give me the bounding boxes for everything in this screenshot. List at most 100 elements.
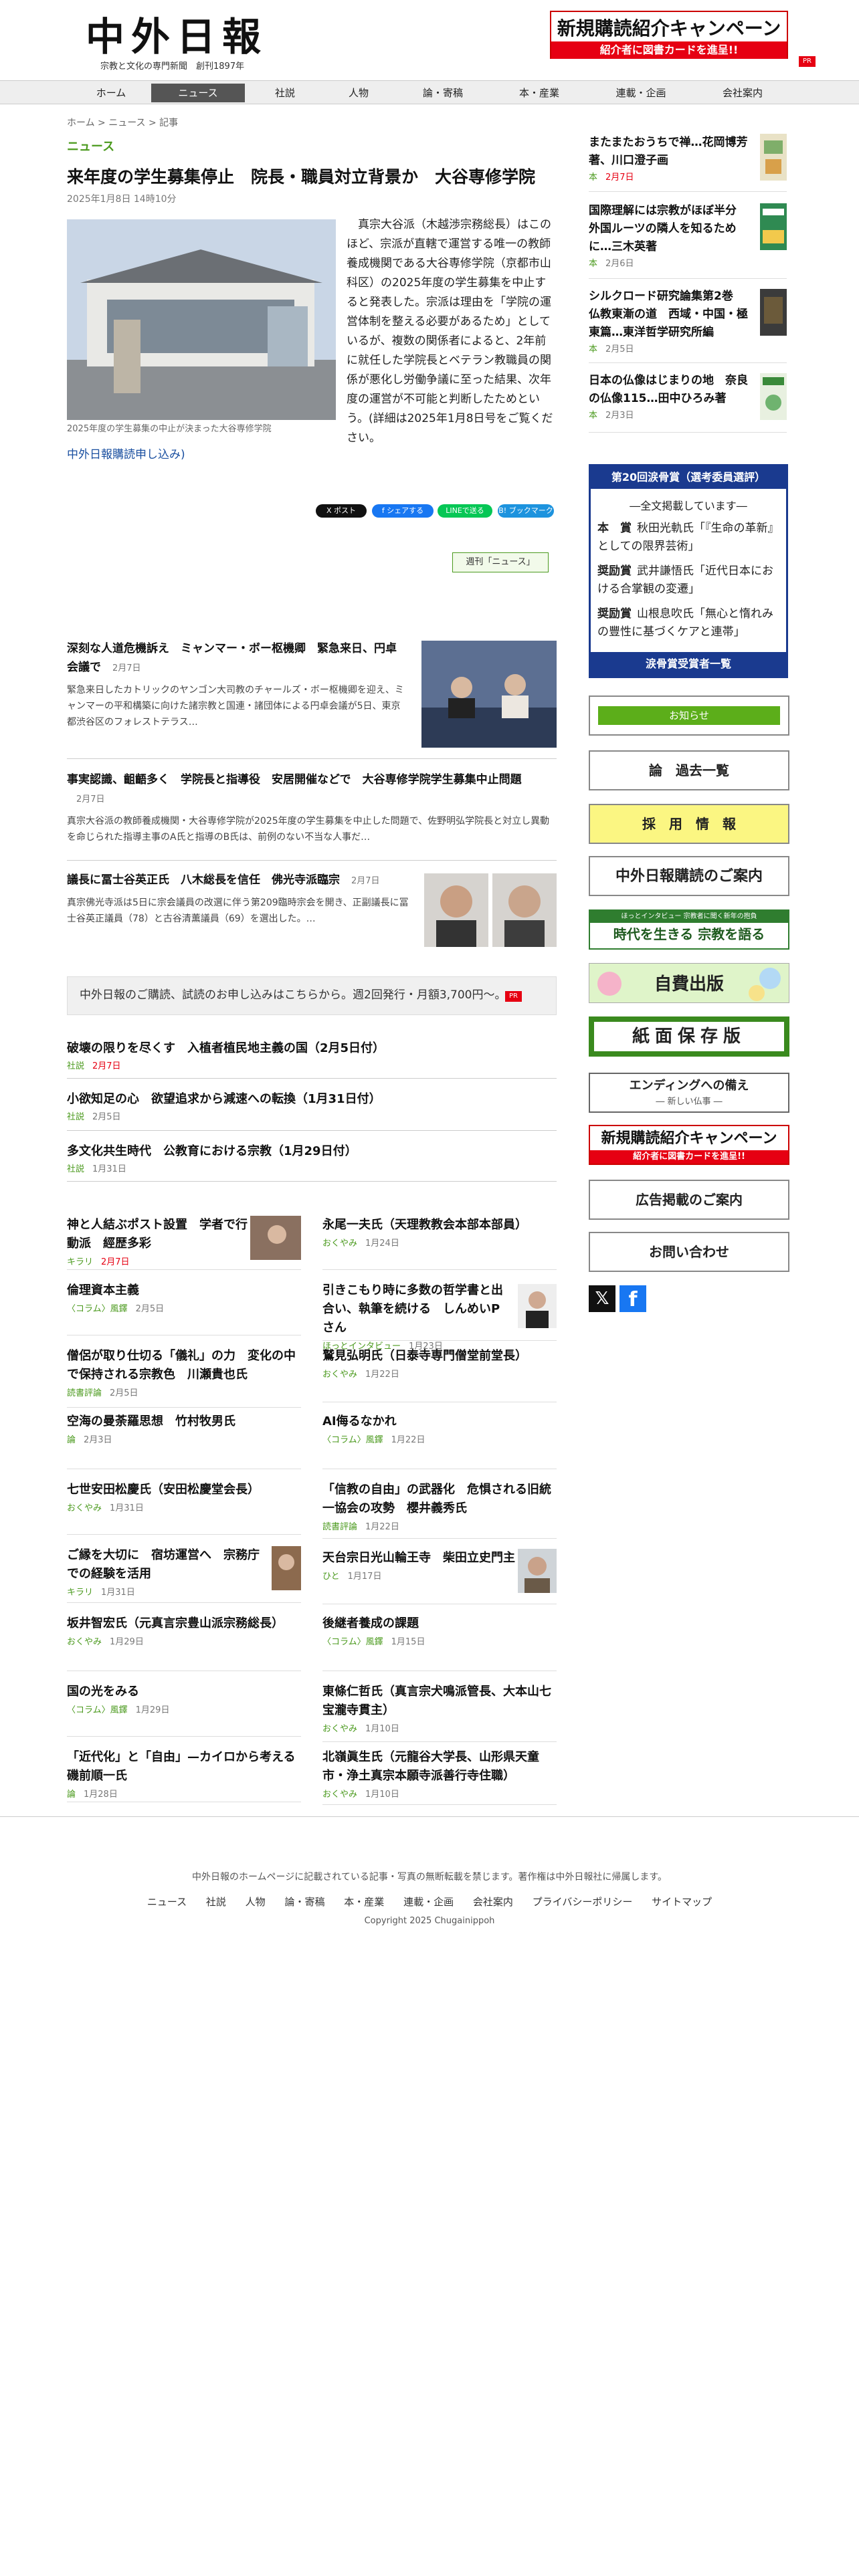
notice-box[interactable]: お知らせ bbox=[589, 695, 789, 736]
archive-banner[interactable]: 紙面保存版 bbox=[589, 1016, 789, 1057]
recruit-button[interactable]: 採 用 情 報 bbox=[589, 804, 789, 844]
divider bbox=[589, 432, 787, 433]
grid-item[interactable]: 引きこもり時に多数の哲学書と出合い、執筆を続ける しんめいPさん ほっとインタビ… bbox=[322, 1281, 510, 1354]
grid-item-title: 「信教の自由」の武器化 危惧される旧統一協会の攻勢 櫻井義秀氏 bbox=[322, 1483, 551, 1515]
contact-button[interactable]: お問い合わせ bbox=[589, 1232, 789, 1272]
campaign-banner[interactable]: 新規購読紹介キャンペーン 紹介者に図書カードを進呈!! bbox=[550, 11, 788, 59]
shukyo-banner-top: ほっとインタビュー 宗教者に聞く新年の抱負 bbox=[590, 911, 788, 923]
grid-item-title: 七世安田松慶氏（安田松慶堂会長） bbox=[67, 1483, 260, 1497]
share-hatena-button[interactable]: B! ブックマーク bbox=[498, 504, 554, 518]
editorial-item[interactable]: 小欲知足の心 欲望追求から減速への転換（1月31日付） 社説 2月5日 bbox=[67, 1090, 557, 1124]
grid-item-date: 1月28日 bbox=[84, 1790, 118, 1800]
footer-link-people[interactable]: 人物 bbox=[246, 1896, 266, 1908]
nav-opinion[interactable]: 論・寄稿 bbox=[396, 84, 490, 102]
grid-item-title: 東條仁哲氏（真言宗犬鳴派管長、大本山七宝瀧寺貫主） bbox=[322, 1685, 551, 1717]
divider bbox=[322, 1741, 557, 1742]
editorial-item[interactable]: 破壊の限りを尽くす 入植者植民地主義の国（2月5日付） 社説 2月7日 bbox=[67, 1039, 557, 1073]
award-rank: 奨励賞 bbox=[597, 607, 632, 621]
nav-news[interactable]: ニュース bbox=[151, 84, 245, 102]
editorial-date: 2月7日 bbox=[92, 1061, 121, 1071]
grid-item-category: 〈コラム〉風鐸 bbox=[322, 1435, 383, 1445]
divider bbox=[67, 758, 557, 759]
nav-home[interactable]: ホーム bbox=[64, 84, 158, 102]
grid-item-category: 〈コラム〉風鐸 bbox=[322, 1637, 383, 1647]
subscribe-bar[interactable]: 中外日報のご購読、試読のお申し込みはこちらから。週2回発行・月額3,700円〜。… bbox=[67, 976, 557, 1015]
editorial-date: 2月5日 bbox=[92, 1112, 121, 1122]
footer-link-company[interactable]: 会社案内 bbox=[473, 1896, 513, 1908]
grid-item[interactable]: 国の光をみる 〈コラム〉風鐸 1月29日 bbox=[67, 1683, 301, 1717]
grid-item[interactable]: 東條仁哲氏（真言宗犬鳴派管長、大本山七宝瀧寺貫主） おくやみ 1月10日 bbox=[322, 1683, 557, 1736]
nav-series[interactable]: 連載・企画 bbox=[594, 84, 688, 102]
book-item[interactable]: シルクロード研究論集第2巻 仏教東漸の道 西域・中国・極東篇…東洋哲学研究所編 … bbox=[589, 288, 787, 356]
campaign-banner-side[interactable]: 新規購読紹介キャンペーン 紹介者に図書カードを進呈!! bbox=[589, 1125, 789, 1165]
nav-people[interactable]: 人物 bbox=[312, 84, 405, 102]
ending-banner[interactable]: エンディングへの備え ― 新しい仏事 ― bbox=[589, 1073, 789, 1113]
past-opinion-button[interactable]: 論 過去一覧 bbox=[589, 750, 789, 790]
person-photo-2 bbox=[492, 873, 557, 947]
article-date: 2025年1月8日 14時10分 bbox=[67, 194, 177, 205]
grid-item[interactable]: 僧侶が取り仕切る「儀礼」の力 変化の中で保持される宗教色 川瀬貴也氏 読書評論 2… bbox=[67, 1347, 301, 1400]
subscribe-guide-button[interactable]: 中外日報購読のご案内 bbox=[589, 856, 789, 896]
grid-item[interactable]: 倫理資本主義 〈コラム〉風鐸 2月5日 bbox=[67, 1281, 301, 1316]
share-facebook-button[interactable]: f シェアする bbox=[372, 504, 434, 518]
grid-item[interactable]: 空海の曼荼羅思想 竹村牧男氏 論 2月3日 bbox=[67, 1412, 301, 1447]
campaign-side-subtitle: 紹介者に図書カードを進呈!! bbox=[590, 1150, 788, 1164]
breadcrumb[interactable]: ホーム > ニュース > 記事 bbox=[67, 116, 178, 130]
grid-item[interactable]: 「信教の自由」の武器化 危惧される旧統一協会の攻勢 櫻井義秀氏 読書評論 1月22… bbox=[322, 1481, 557, 1534]
footer-note: 中外日報のホームページに記載されている記事・写真の無断転載を禁じます。著作権は中… bbox=[191, 1872, 668, 1883]
award-panel[interactable]: 第20回涙骨賞（選考委員選評） ―全文掲載しています― 本 賞秋田光軌氏「『生命… bbox=[589, 464, 788, 678]
subscribe-link[interactable]: 中外日報購読申し込み) bbox=[67, 447, 185, 464]
nav-company[interactable]: 会社案内 bbox=[696, 84, 789, 102]
editorial-item[interactable]: 多文化共生時代 公教育における宗教（1月29日付） 社説 1月31日 bbox=[67, 1142, 557, 1176]
book-item-category: 本 bbox=[589, 259, 598, 269]
campaign-banner-subtitle: 紹介者に図書カードを進呈!! bbox=[551, 41, 787, 59]
footer-link-privacy[interactable]: プライバシーポリシー bbox=[533, 1896, 633, 1908]
grid-item-category: 論 bbox=[67, 1790, 76, 1800]
grid-item[interactable]: 神と人結ぶポスト設置 学者で行動派 經歴多彩 キラリ 2月7日 bbox=[67, 1216, 248, 1269]
book-item-title: 日本の仏像はじまりの地 奈良の仏像115…田中ひろみ著 bbox=[589, 374, 748, 405]
share-x-button[interactable]: X ポスト bbox=[316, 504, 367, 518]
grid-item[interactable]: 七世安田松慶氏（安田松慶堂会長） おくやみ 1月31日 bbox=[67, 1481, 301, 1515]
book-item[interactable]: またまたおうちで禅…花岡博芳著、川口澄子画 本 2月7日 bbox=[589, 134, 787, 185]
list-item-title: 事実認識、齟齬多く 学院長と指導役 安居開催などで 大谷専修学院学生募集中止問題 bbox=[67, 773, 522, 786]
list-item[interactable]: 事実認識、齟齬多く 学院長と指導役 安居開催などで 大谷専修学院学生募集中止問題… bbox=[67, 770, 557, 845]
divider bbox=[322, 1269, 557, 1270]
grid-item[interactable]: 鷲見弘明氏（日泰寺専門僧堂前堂長） おくやみ 1月22日 bbox=[322, 1347, 557, 1382]
grid-item[interactable]: ご縁を大切に 宿坊運営へ 宗務庁での経験を活用 キラリ 1月31日 bbox=[67, 1546, 261, 1600]
grid-item[interactable]: 北嶺眞生氏（元龍谷大学長、山形県天童市・浄土真宗本願寺派善行寺住職） おくやみ 1… bbox=[322, 1748, 557, 1802]
facebook-icon[interactable]: f bbox=[619, 1285, 646, 1312]
editorial-title: 小欲知足の心 欲望追求から減速への転換（1月31日付） bbox=[67, 1092, 381, 1106]
award-list-link[interactable]: 涙骨賞受賞者一覧 bbox=[591, 652, 786, 676]
grid-item-title: 「近代化」と「自由」—カイロから考える 磯前順一氏 bbox=[67, 1750, 308, 1783]
grid-item[interactable]: 永尾一夫氏（天理教教会本部本部員） おくやみ 1月24日 bbox=[322, 1216, 557, 1251]
ads-button[interactable]: 広告掲載のご案内 bbox=[589, 1180, 789, 1220]
grid-item-date: 1月22日 bbox=[391, 1435, 425, 1445]
book-item-category: 本 bbox=[589, 344, 598, 354]
book-item[interactable]: 日本の仏像はじまりの地 奈良の仏像115…田中ひろみ著 本 2月3日 bbox=[589, 372, 787, 423]
grid-item[interactable]: 「近代化」と「自由」—カイロから考える 磯前順一氏 論 1月28日 bbox=[67, 1748, 308, 1802]
ending-subtitle: ― 新しい仏事 ― bbox=[656, 1097, 723, 1107]
campaign-side-title: 新規購読紹介キャンペーン bbox=[601, 1130, 777, 1147]
award-header: 第20回涙骨賞（選考委員選評） bbox=[591, 466, 786, 489]
grid-item[interactable]: 天台宗日光山輪王寺 柴田立史門主 ひと 1月17日 bbox=[322, 1549, 516, 1584]
book-item[interactable]: 国際理解には宗教がほぼ半分 外国ルーツの隣人を知るために…三木英著 本 2月6日 bbox=[589, 202, 787, 271]
list-item-date: 2月7日 bbox=[76, 794, 105, 804]
grid-item-date: 2月7日 bbox=[101, 1257, 130, 1267]
series-tag[interactable]: 週刊「ニュース」 bbox=[452, 552, 549, 572]
footer-link-opinion[interactable]: 論・寄稿 bbox=[284, 1896, 324, 1908]
footer-link-news[interactable]: ニュース bbox=[147, 1896, 187, 1908]
footer-link-editorial[interactable]: 社説 bbox=[206, 1896, 226, 1908]
divider bbox=[589, 362, 787, 363]
footer-link-sitemap[interactable]: サイトマップ bbox=[652, 1896, 712, 1908]
nav-books[interactable]: 本・産業 bbox=[492, 84, 586, 102]
share-line-button[interactable]: LINEで送る bbox=[438, 504, 492, 518]
self-publish-banner[interactable]: 自費出版 bbox=[589, 963, 789, 1003]
footer-link-series[interactable]: 連載・企画 bbox=[403, 1896, 454, 1908]
shukyo-banner[interactable]: ほっとインタビュー 宗教者に聞く新年の抱負 時代を生きる 宗教を語る bbox=[589, 909, 789, 950]
grid-item[interactable]: 坂井智宏氏（元真言宗豊山派宗務総長） おくやみ 1月29日 bbox=[67, 1614, 301, 1649]
footer-link-books[interactable]: 本・産業 bbox=[344, 1896, 384, 1908]
grid-item[interactable]: AI侮るなかれ 〈コラム〉風鐸 1月22日 bbox=[322, 1412, 557, 1447]
site-logo[interactable]: 中外日報 bbox=[86, 17, 268, 56]
grid-item[interactable]: 後継者養成の課題 〈コラム〉風鐸 1月15日 bbox=[322, 1614, 557, 1649]
x-icon[interactable]: 𝕏 bbox=[589, 1285, 615, 1312]
